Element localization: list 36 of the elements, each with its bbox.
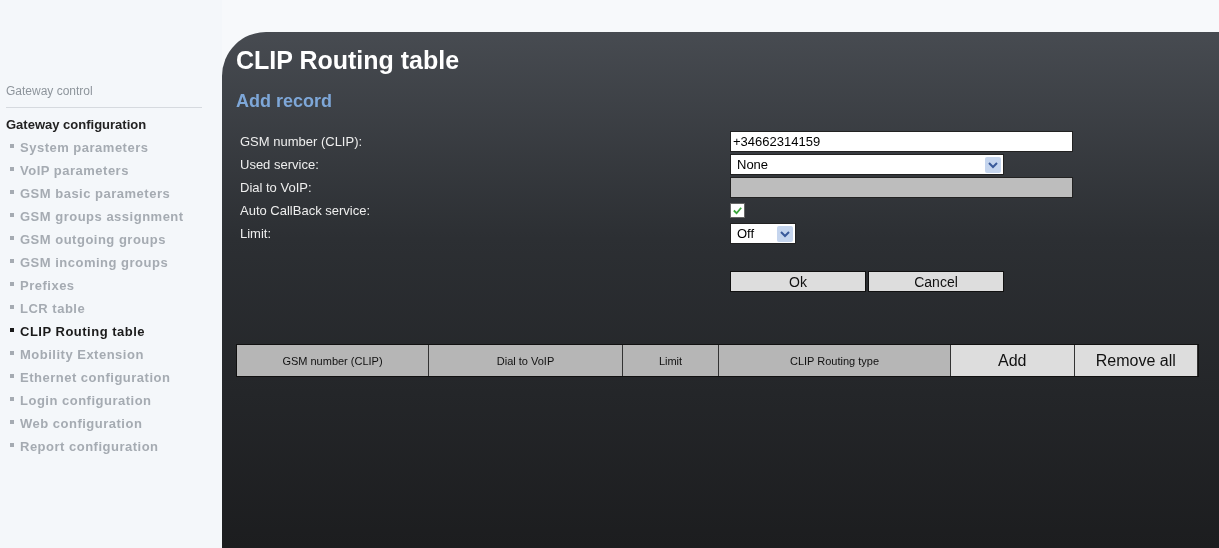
- sidebar-item[interactable]: Report configuration: [10, 436, 205, 459]
- field-label: Limit:: [240, 226, 273, 241]
- sidebar-item[interactable]: GSM groups assignment: [10, 206, 205, 229]
- form-button[interactable]: Ok: [730, 271, 866, 292]
- sidebar-item[interactable]: Mobility Extension: [10, 344, 205, 367]
- gateway-control-link[interactable]: Gateway control: [6, 84, 222, 98]
- sidebar-item[interactable]: Prefixes: [10, 275, 205, 298]
- dropdown[interactable]: Off: [730, 223, 796, 244]
- column-header: Limit: [623, 345, 719, 376]
- column-header: GSM number (CLIP): [237, 345, 429, 376]
- sidebar-item[interactable]: Web configuration: [10, 413, 205, 436]
- sidebar-item[interactable]: LCR table: [10, 298, 205, 321]
- sidebar-item[interactable]: CLIP Routing table: [10, 321, 205, 344]
- sidebar-item[interactable]: System parameters: [10, 137, 205, 160]
- sidebar-item[interactable]: GSM incoming groups: [10, 252, 205, 275]
- checkbox[interactable]: [730, 203, 745, 218]
- field-label: Auto CallBack service:: [240, 203, 372, 218]
- form-button[interactable]: Cancel: [868, 271, 1004, 292]
- column-header: Dial to VoIP: [429, 345, 623, 376]
- text-field[interactable]: +34662314159: [730, 131, 1073, 152]
- field-label: Dial to VoIP:: [240, 180, 313, 195]
- sidebar-item[interactable]: GSM basic parameters: [10, 183, 205, 206]
- column-header: CLIP Routing type: [719, 345, 951, 376]
- field-label: Used service:: [240, 157, 320, 172]
- table-button[interactable]: Add: [951, 345, 1075, 376]
- page-title: CLIP Routing table: [236, 45, 461, 75]
- check-icon: [732, 205, 743, 216]
- sidebar-item[interactable]: Login configuration: [10, 390, 205, 413]
- sidebar-item[interactable]: VoIP parameters: [10, 160, 205, 183]
- section-title: Gateway configuration: [6, 117, 148, 132]
- sidebar-item[interactable]: Ethernet configuration: [10, 367, 205, 390]
- sidebar-item[interactable]: GSM outgoing groups: [10, 229, 205, 252]
- form-title: Add record: [236, 91, 333, 112]
- dropdown[interactable]: None: [730, 154, 1004, 175]
- table-button[interactable]: Remove all: [1074, 345, 1198, 376]
- field-label: GSM number (CLIP):: [240, 134, 364, 149]
